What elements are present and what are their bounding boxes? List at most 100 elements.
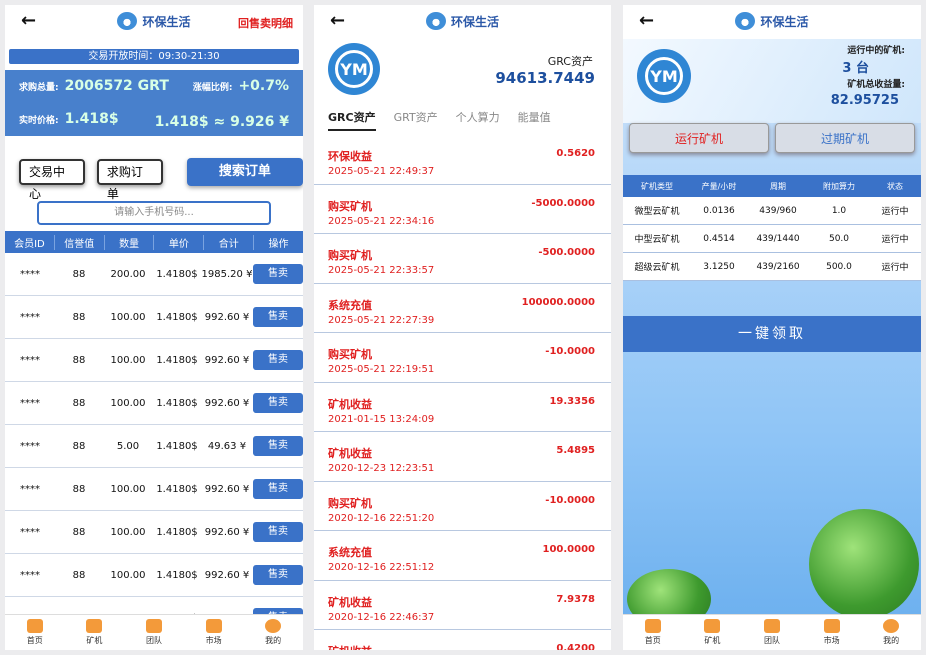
sell-button[interactable]: 售卖 [253,350,303,370]
table-row: **** 88 100.00 1.4180$ 992.60 ¥售卖 [5,339,303,382]
column-header: 操作 [268,238,289,250]
tab-label: 团队 [145,636,162,645]
list-item: 环保收益 0.5620 2025-05-21 22:49:37 [314,135,611,185]
sell-button[interactable]: 售卖 [253,264,303,284]
tab-label: 首页 [26,636,43,645]
asset-label: GRC资产 [547,55,593,68]
action-cell: 售卖 [253,393,303,413]
item-date: 2021-01-15 13:24:09 [328,413,435,425]
item-date: 2020-12-16 22:51:12 [328,562,435,573]
table-cell: 1.4180$ [156,569,198,581]
item-name: 矿机收益 [328,643,372,650]
item-amount: 100000.0000 [521,296,595,308]
asset-tab[interactable]: GRT资产 [394,109,438,131]
avatar-logo: YM [335,50,373,88]
market-panel: ← 环保生活 回售卖明细 交易开放时间：09:30-21:30 求购总量: 200… [5,5,303,650]
sky-background: YM 运行中的矿机: 3 台 矿机总收益量: 82.95725 运行矿机 过期矿… [623,39,921,629]
item-name: 购买矿机 [328,249,372,262]
table-cell: 运行中 [881,207,909,217]
brand-title: 环保生活 [142,14,191,29]
asset-history-list: 环保收益 0.5620 2025-05-21 22:49:37 购买矿机 -5000.0… [314,135,611,650]
asset-tabs: GRC资产 GRT资产 个人算力 能量值 [328,109,551,131]
tab-bar: 首页 矿机 团队 市场 我的 [5,614,303,650]
logo-icon [735,12,756,30]
miner-panel: ← 环保生活 YM 运行中的矿机: 3 台 矿机总收益量: 82.95725 运… [623,5,921,650]
claim-all-button[interactable]: 一键领取 [623,316,921,352]
table-cell: **** [20,397,40,409]
action-cell: 售卖 [253,264,303,284]
tab-profile[interactable]: 我的 [861,615,921,650]
sell-button[interactable]: 售卖 [253,565,303,585]
action-row: 交易中心 求购订单 搜索订单 [19,158,303,201]
table-cell: 439/2160 [756,261,800,272]
phone-input[interactable]: 请输入手机号码... [37,201,271,225]
item-amount: -10.0000 [545,494,595,506]
tab-bar: 首页 矿机 团队 市场 我的 [623,614,921,650]
table-cell: 100.00 [110,354,146,366]
search-orders-button[interactable]: 搜索订单 [186,158,303,186]
team-icon [145,619,162,633]
item-name: 购买矿机 [328,496,372,510]
miner-summary: YM 运行中的矿机: 3 台 矿机总收益量: 82.95725 [623,39,921,123]
sell-button[interactable]: 售卖 [253,479,303,499]
asset-tab[interactable]: 能量值 [518,109,551,131]
tab-market[interactable]: 市场 [184,615,244,650]
table-cell: 88 [72,440,86,452]
tab-market[interactable]: 市场 [802,615,862,650]
column-header: 矿机类型 [641,181,673,191]
column-header: 单价 [154,234,205,250]
item-amount: 0.4200 [556,643,595,650]
tab-home[interactable]: 首页 [5,615,65,650]
table-cell: 0.4514 [703,233,735,244]
tab-expired-miners[interactable]: 过期矿机 [775,123,915,153]
asset-tab[interactable]: GRC资产 [328,109,376,131]
sell-detail-link[interactable]: 回售卖明细 [238,15,293,31]
sell-button[interactable]: 售卖 [253,436,303,456]
asset-tab[interactable]: 个人算力 [456,109,500,131]
tab-miner[interactable]: 矿机 [683,615,743,650]
table-row: **** 88 100.00 1.4180$ 992.60 ¥售卖 [5,554,303,597]
total-value: 2006572 GRT [64,78,169,94]
list-item: 购买矿机 -5000.0000 2025-05-21 22:34:16 [314,185,611,234]
sell-button[interactable]: 售卖 [253,522,303,542]
table-row: 微型云矿机 0.0136 439/960 1.0 运行中 [623,197,921,225]
buy-orders-button[interactable]: 求购订单 [96,159,163,201]
miner-icon [86,619,103,633]
table-cell: 88 [72,311,86,323]
table-cell: 1.0 [831,205,847,216]
table-cell: 992.60 ¥ [204,526,250,538]
table-cell: 992.60 ¥ [204,397,250,409]
tab-profile[interactable]: 我的 [243,615,303,650]
miner-table: 矿机类型 产量/小时 周期 附加算力 状态 微型云矿机 0.0136 439/960 1.0 运行… [623,175,921,281]
table-row: **** 88 100.00 1.4180$ 992.60 ¥售卖 [5,511,303,554]
table-cell: 100.00 [110,483,146,495]
column-header: 合计 [204,234,255,250]
asset-panel: ← 环保生活 YM GRC资产 94613.7449 GRC资产 GRT资产 个人算… [314,5,611,650]
sell-button[interactable]: 售卖 [253,393,303,413]
table-cell: 1.4180$ [156,354,198,366]
list-item: 系统充值 100000.0000 2025-05-21 22:27:39 [314,284,611,333]
table-cell: **** [20,268,40,280]
action-cell: 售卖 [253,565,303,585]
item-date: 2025-05-21 22:33:57 [328,265,435,276]
table-cell: **** [20,354,40,366]
tab-label: 市场 [823,636,840,645]
column-header: 周期 [770,181,786,191]
tab-home[interactable]: 首页 [623,615,683,650]
tab-miner[interactable]: 矿机 [65,615,125,650]
table-cell: 992.60 ¥ [204,354,250,366]
trade-center-button[interactable]: 交易中心 [19,159,85,201]
table-cell: 0.0136 [703,205,735,216]
tab-label: 矿机 [704,636,721,645]
tab-running-miners[interactable]: 运行矿机 [629,123,769,153]
tab-team[interactable]: 团队 [124,615,184,650]
tab-label: 我的 [265,636,282,645]
table-header: 矿机类型 产量/小时 周期 附加算力 状态 [623,175,921,197]
item-amount: 0.5620 [556,148,595,159]
price-rmb: 1.418$ ≈ 9.926 ¥ [154,114,289,130]
item-name: 购买矿机 [328,199,372,213]
table-row: **** 88 5.00 1.4180$ 49.63 ¥ 售卖 [5,425,303,468]
sell-button[interactable]: 售卖 [253,307,303,327]
tab-team[interactable]: 团队 [742,615,802,650]
table-cell: 88 [72,569,86,581]
